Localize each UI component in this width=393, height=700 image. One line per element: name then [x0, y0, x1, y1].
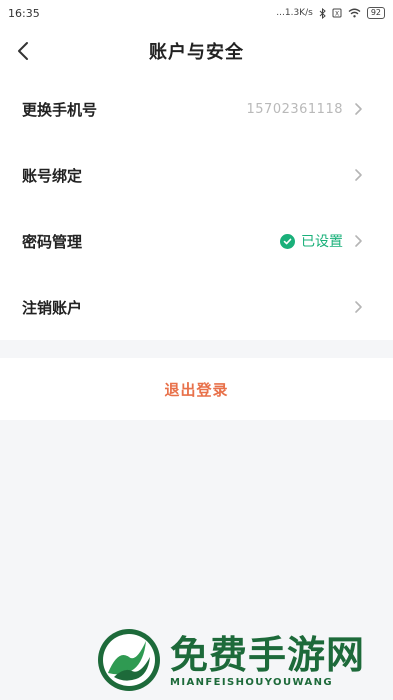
status-time: 16:35: [8, 6, 40, 20]
row-right: [353, 168, 363, 182]
change-phone-label: 更换手机号: [22, 100, 98, 119]
network-speed: ...1.3K/s: [276, 8, 313, 18]
password-status: 已设置: [280, 231, 343, 251]
page-title: 账户与安全: [149, 42, 244, 63]
chevron-right-icon: [353, 300, 363, 314]
sim-icon: X: [332, 8, 342, 18]
cancel-account-row[interactable]: 注销账户: [0, 274, 393, 340]
account-binding-row[interactable]: 账号绑定: [0, 142, 393, 208]
chevron-right-icon: [353, 234, 363, 248]
row-right: 已设置: [280, 231, 363, 251]
chevron-left-icon: [18, 42, 28, 60]
logout-button[interactable]: 退出登录: [0, 358, 393, 420]
battery-icon: 92: [366, 7, 385, 19]
nav-bar: 账户与安全: [0, 26, 393, 76]
password-management-row[interactable]: 密码管理 已设置: [0, 208, 393, 274]
watermark-text: 免费手游网 MIANFEISHOUYOUWANG: [170, 633, 365, 688]
cancel-account-label: 注销账户: [22, 298, 83, 317]
chevron-right-icon: [353, 102, 363, 116]
settings-list: 更换手机号 15702361118 账号绑定 密码管理 已设置 注销账户: [0, 76, 393, 340]
bluetooth-icon: [319, 7, 326, 19]
check-circle-icon: [280, 233, 295, 249]
wifi-icon: [348, 8, 361, 18]
watermark-logo-icon: [98, 629, 160, 691]
chevron-right-icon: [353, 168, 363, 182]
status-icons: ...1.3K/s X 92: [276, 7, 385, 19]
svg-text:X: X: [335, 11, 339, 18]
password-status-text: 已设置: [301, 234, 343, 250]
watermark-title: 免费手游网: [170, 632, 366, 677]
password-management-label: 密码管理: [22, 232, 83, 251]
section-divider: [0, 340, 393, 358]
watermark: 免费手游网 MIANFEISHOUYOUWANG: [96, 624, 386, 696]
row-right: [353, 300, 363, 314]
row-right: 15702361118: [247, 102, 363, 117]
change-phone-row[interactable]: 更换手机号 15702361118: [0, 76, 393, 142]
status-bar: 16:35 ...1.3K/s X 92: [0, 0, 393, 26]
back-button[interactable]: [10, 38, 36, 64]
phone-number: 15702361118: [246, 101, 343, 117]
watermark-subtitle: MIANFEISHOUYOUWANG: [170, 676, 333, 688]
account-binding-label: 账号绑定: [22, 166, 83, 185]
